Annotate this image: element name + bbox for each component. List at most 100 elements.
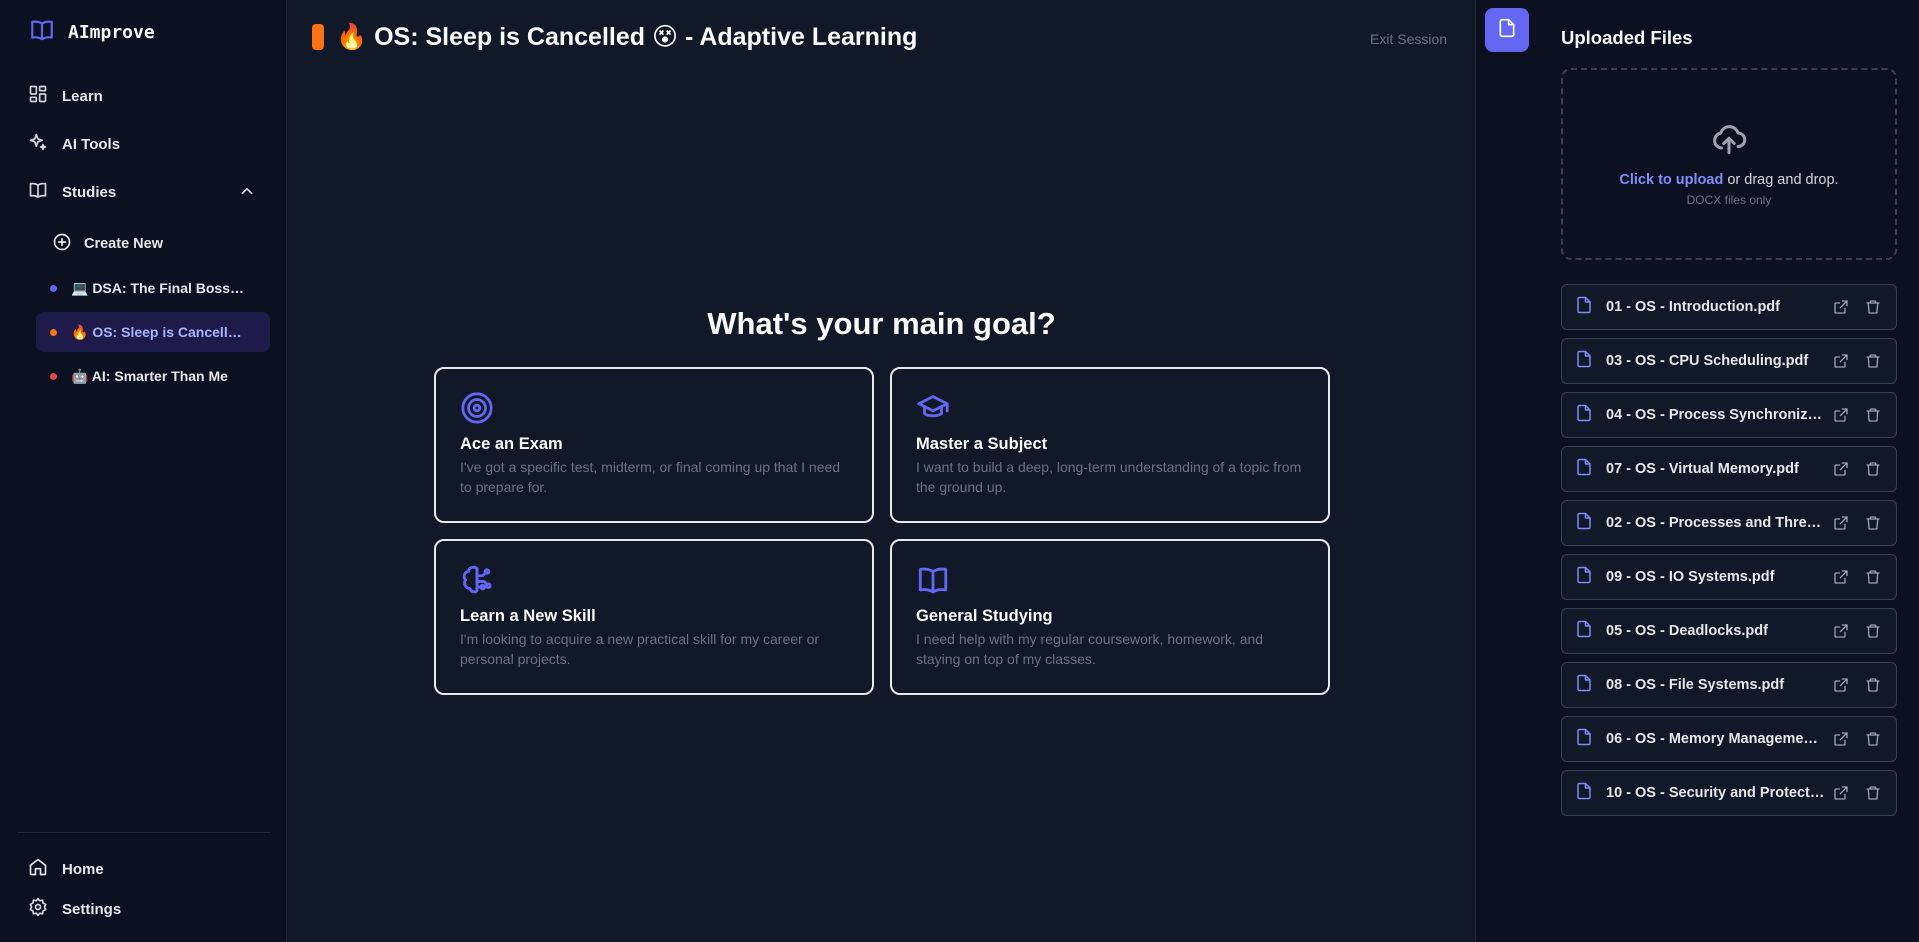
file-name: 03 - OS - CPU Scheduling.pdf — [1606, 353, 1809, 369]
nav-learn[interactable]: Learn — [28, 84, 103, 108]
nav-ai-tools[interactable]: AI Tools — [28, 132, 120, 156]
nav-settings[interactable]: Settings — [28, 897, 121, 921]
goal-card-master-subject[interactable]: Master a Subject I want to build a deep,… — [890, 367, 1330, 523]
nav-home[interactable]: Home — [28, 857, 104, 881]
external-link-icon[interactable] — [1833, 785, 1849, 806]
gear-icon — [28, 897, 48, 921]
upload-instructions: Click to upload or drag and drop. — [1619, 172, 1838, 188]
nav-ai-tools-label: AI Tools — [62, 135, 121, 153]
file-icon — [1575, 295, 1593, 320]
file-name: 05 - OS - Deadlocks.pdf — [1606, 623, 1768, 639]
trash-icon[interactable] — [1865, 353, 1881, 374]
click-to-upload-link[interactable]: Click to upload — [1619, 172, 1723, 188]
file-row[interactable]: 01 - OS - Introduction.pdf — [1561, 284, 1897, 330]
create-new-label: Create New — [84, 236, 163, 252]
file-row[interactable]: 03 - OS - CPU Scheduling.pdf — [1561, 338, 1897, 384]
goal-card-title: Learn a New Skill — [460, 607, 596, 625]
file-row[interactable]: 02 - OS - Processes and Threads.pdf — [1561, 500, 1897, 546]
trash-icon[interactable] — [1865, 461, 1881, 482]
files-panel-toggle-button[interactable] — [1485, 8, 1529, 52]
goal-card-general-studying[interactable]: General Studying I need help with my reg… — [890, 539, 1330, 695]
file-icon — [1575, 727, 1593, 752]
trash-icon[interactable] — [1865, 515, 1881, 536]
upload-dropzone[interactable]: Click to upload or drag and drop. DOCX f… — [1561, 68, 1897, 260]
session-color-bar — [312, 24, 324, 50]
trash-icon[interactable] — [1865, 569, 1881, 590]
study-item-dsa[interactable]: 💻 DSA: The Final Boss 👾 — [36, 268, 270, 308]
target-icon — [460, 391, 848, 425]
file-icon — [1575, 673, 1593, 698]
file-row[interactable]: 08 - OS - File Systems.pdf — [1561, 662, 1897, 708]
file-icon — [1575, 349, 1593, 374]
nav-home-label: Home — [62, 860, 104, 878]
home-icon — [28, 857, 48, 881]
nav-studies[interactable]: Studies — [28, 180, 116, 204]
session-header: 🔥 OS: Sleep is Cancelled 😵 - Adaptive Le… — [312, 22, 917, 52]
goal-card-title: Master a Subject — [916, 435, 1048, 453]
trash-icon[interactable] — [1865, 677, 1881, 698]
external-link-icon[interactable] — [1833, 623, 1849, 644]
file-icon — [1575, 457, 1593, 482]
study-item-os[interactable]: 🔥 OS: Sleep is Cancelled 😵 — [36, 312, 270, 352]
file-row[interactable]: 06 - OS - Memory Management.pdf — [1561, 716, 1897, 762]
file-row[interactable]: 04 - OS - Process Synchronization.pdf — [1561, 392, 1897, 438]
sidebar-divider — [17, 832, 271, 833]
brand[interactable]: AImprove — [28, 17, 155, 48]
external-link-icon[interactable] — [1833, 677, 1849, 698]
create-new-button[interactable]: Create New — [52, 232, 163, 256]
external-link-icon[interactable] — [1833, 731, 1849, 752]
goal-card-desc: I've got a specific test, midterm, or fi… — [460, 459, 841, 495]
plus-circle-icon — [52, 232, 72, 256]
sidebar: AImprove Learn AI Tools Studies Create N… — [0, 0, 287, 942]
trash-icon[interactable] — [1865, 785, 1881, 806]
external-link-icon[interactable] — [1833, 569, 1849, 590]
exit-session-button[interactable]: Exit Session — [1370, 31, 1447, 47]
trash-icon[interactable] — [1865, 623, 1881, 644]
file-name: 04 - OS - Process Synchronization.pdf — [1606, 407, 1826, 423]
app-name: AImprove — [68, 22, 155, 43]
file-row[interactable]: 09 - OS - IO Systems.pdf — [1561, 554, 1897, 600]
goal-card-title: Ace an Exam — [460, 435, 563, 453]
file-icon — [1497, 18, 1517, 43]
trash-icon[interactable] — [1865, 407, 1881, 428]
study-label: 💻 DSA: The Final Boss 👾 — [71, 279, 246, 296]
file-row[interactable]: 07 - OS - Virtual Memory.pdf — [1561, 446, 1897, 492]
goal-card-new-skill[interactable]: Learn a New Skill I'm looking to acquire… — [434, 539, 874, 695]
study-dot — [50, 328, 57, 336]
file-row[interactable]: 10 - OS - Security and Protection.pdf — [1561, 770, 1897, 816]
goal-card-desc: I'm looking to acquire a new practical s… — [460, 631, 820, 667]
nav-settings-label: Settings — [62, 900, 122, 918]
external-link-icon[interactable] — [1833, 407, 1849, 428]
file-row[interactable]: 05 - OS - Deadlocks.pdf — [1561, 608, 1897, 654]
file-icon — [1575, 619, 1593, 644]
trash-icon[interactable] — [1865, 731, 1881, 752]
file-icon — [1575, 511, 1593, 536]
file-name: 02 - OS - Processes and Threads.pdf — [1606, 515, 1826, 531]
study-label: 🔥 OS: Sleep is Cancelled 😵 — [71, 323, 246, 340]
upload-hint: DOCX files only — [1686, 193, 1772, 207]
files-panel-title: Uploaded Files — [1561, 27, 1693, 48]
cloud-upload-icon — [1709, 121, 1749, 162]
chevron-up-icon[interactable] — [238, 182, 256, 205]
study-dot — [50, 284, 57, 292]
book-open-icon — [28, 180, 48, 204]
goal-card-ace-exam[interactable]: Ace an Exam I've got a specific test, mi… — [434, 367, 874, 523]
file-icon — [1575, 781, 1593, 806]
nav-learn-label: Learn — [62, 87, 103, 105]
graduation-cap-icon — [916, 391, 1304, 425]
external-link-icon[interactable] — [1833, 461, 1849, 482]
goal-card-title: General Studying — [916, 607, 1053, 625]
book-logo-icon — [28, 17, 56, 48]
external-link-icon[interactable] — [1833, 515, 1849, 536]
app-root: AImprove Learn AI Tools Studies Create N… — [0, 0, 1919, 942]
file-name: 01 - OS - Introduction.pdf — [1606, 299, 1780, 315]
study-item-ai[interactable]: 🤖 AI: Smarter Than Me — [36, 356, 270, 396]
external-link-icon[interactable] — [1833, 353, 1849, 374]
main-content: 🔥 OS: Sleep is Cancelled 😵 - Adaptive Le… — [288, 0, 1475, 942]
page-title: 🔥 OS: Sleep is Cancelled 😵 - Adaptive Le… — [336, 23, 918, 51]
grid-icon — [28, 84, 48, 108]
file-icon — [1575, 565, 1593, 590]
goal-card-desc: I want to build a deep, long-term unders… — [916, 459, 1302, 495]
external-link-icon[interactable] — [1833, 299, 1849, 320]
trash-icon[interactable] — [1865, 299, 1881, 320]
